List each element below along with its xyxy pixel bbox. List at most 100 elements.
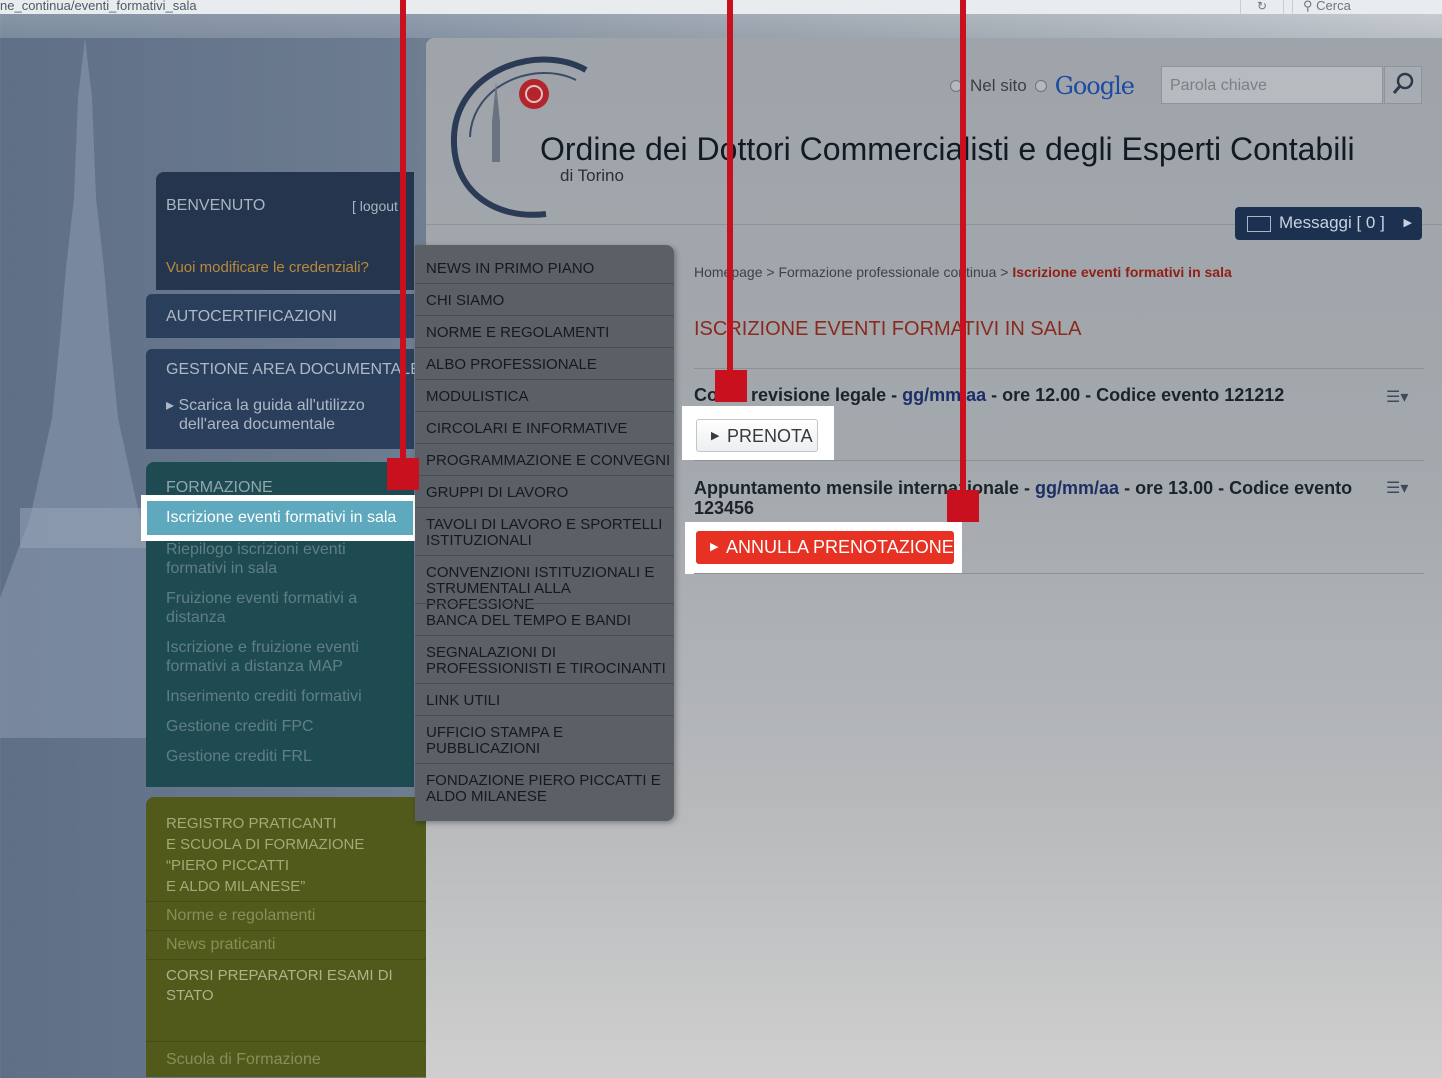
annotation-line <box>727 0 733 372</box>
triangle-right-icon: ▶ <box>710 541 719 553</box>
divider <box>415 443 674 444</box>
list-menu-icon[interactable]: ☰▾ <box>1386 387 1408 407</box>
annotation-line <box>400 0 406 462</box>
menu-item-news[interactable]: NEWS IN PRIMO PIANO <box>426 261 594 277</box>
sidebar-item[interactable]: Riepilogo iscrizioni eventi formativi in… <box>166 540 366 578</box>
divider <box>415 507 674 508</box>
logout-link[interactable]: [ logout ] <box>352 198 406 214</box>
corsi-line: CORSI PREPARATORI ESAMI DI <box>166 967 393 984</box>
menu-item-norme[interactable]: NORME E REGOLAMENTI <box>426 325 609 341</box>
docs-guide-link-line2[interactable]: dell'area documentale <box>179 416 335 434</box>
divider <box>415 475 674 476</box>
event-date: gg/mm/aa <box>1035 478 1120 498</box>
annotation-line <box>960 0 966 492</box>
docs-guide-link-line1: Scarica la guida all'utilizzo <box>178 397 365 414</box>
keyword-search-input[interactable]: Parola chiave <box>1161 66 1383 104</box>
sidebar-item[interactable]: Gestione crediti FPC <box>166 717 366 736</box>
event-date: gg/mm/aa <box>902 385 987 405</box>
breadcrumb-separator: > <box>762 264 779 280</box>
sidebar-item[interactable]: Norme e regolamenti <box>166 907 315 925</box>
menu-item-convenzioni[interactable]: CONVENZIONI ISTITUZIONALI E STRUMENTALI … <box>426 565 671 613</box>
sidebar-item[interactable]: Gestione crediti FRL <box>166 747 366 766</box>
menu-item-gruppi[interactable]: GRUPPI DI LAVORO <box>426 485 568 501</box>
menu-item-modulistica[interactable]: MODULISTICA <box>426 389 529 405</box>
prenota-button[interactable]: ▶ PRENOTA <box>696 419 818 452</box>
divider <box>146 901 426 902</box>
annulla-label: ANNULLA PRENOTAZIONE <box>726 537 954 557</box>
divider <box>146 930 426 931</box>
reload-icon[interactable]: ↻ <box>1240 0 1284 14</box>
sidebar-item[interactable]: Fruizione eventi formativi a distanza <box>166 589 366 627</box>
messages-label: Messaggi [ 0 ] <box>1279 213 1385 232</box>
event-separator: - <box>1019 478 1036 498</box>
annulla-prenotazione-button[interactable]: ▶ ANNULLA PRENOTAZIONE <box>696 531 954 564</box>
welcome-box: BENVENUTO [ logout ] Vuoi modificare le … <box>156 172 414 290</box>
menu-item-circolari[interactable]: CIRCOLARI E INFORMATIVE <box>426 421 627 437</box>
menu-item-banca-tempo[interactable]: BANCA DEL TEMPO E BANDI <box>426 613 631 629</box>
divider <box>694 368 1424 369</box>
menu-item-chi-siamo[interactable]: CHI SIAMO <box>426 293 504 309</box>
menu-item-link-utili[interactable]: LINK UTILI <box>426 693 500 709</box>
divider <box>415 715 674 716</box>
event-code: 123456 <box>694 498 755 518</box>
annotation-marker <box>947 490 979 522</box>
sidebar-section-title[interactable]: REGISTRO PRATICANTI E SCUOLA DI FORMAZIO… <box>166 813 364 897</box>
divider <box>415 603 674 604</box>
page-title: ISCRIZIONE EVENTI FORMATIVI IN SALA <box>694 318 1082 340</box>
sidebar-section-title[interactable]: GESTIONE AREA DOCUMENTALE <box>166 361 421 379</box>
sidebar-item[interactable]: Inserimento crediti formativi <box>166 687 366 706</box>
divider <box>146 959 426 960</box>
messages-button[interactable]: Messaggi [ 0 ] ▶ <box>1235 207 1422 240</box>
menu-item-segnalazioni[interactable]: SEGNALAZIONI DI PROFESSIONISTI E TIROCIN… <box>426 645 671 677</box>
sidebar-section-registro: REGISTRO PRATICANTI E SCUOLA DI FORMAZIO… <box>146 797 426 1077</box>
registro-title-line: “PIERO PICCATTI <box>166 857 290 874</box>
sidebar-item[interactable]: Scuola di Formazione <box>166 1051 321 1069</box>
sidebar-item-corsi[interactable]: CORSI PREPARATORI ESAMI DI STATO <box>166 966 393 1006</box>
sidebar-item-selected[interactable]: Iscrizione eventi formativi in sala <box>141 495 419 541</box>
browser-toolbar <box>0 14 1442 38</box>
search-scope: Nel sito Google <box>950 72 1135 100</box>
chevron-right-icon: ▶ <box>1403 217 1412 229</box>
event-details: - ore 12.00 - Codice evento 121212 <box>986 385 1285 405</box>
browser-search-input[interactable]: ⚲ Cerca <box>1292 0 1442 14</box>
divider <box>415 283 674 284</box>
triangle-right-icon: ▶ <box>711 430 720 442</box>
sidebar-section-documentale: GESTIONE AREA DOCUMENTALE ▸ Scarica la g… <box>146 349 421 449</box>
sidebar-item-autocertificazioni[interactable]: AUTOCERTIFICAZIONI <box>146 294 414 338</box>
menu-item-fondazione[interactable]: FONDAZIONE PIERO PICCATTI E ALDO MILANES… <box>426 773 666 805</box>
google-logo: Google <box>1054 72 1135 100</box>
address-bar-text[interactable]: ne_continua/eventi_formativi_sala <box>0 0 197 13</box>
registro-title-line: E SCUOLA DI FORMAZIONE <box>166 836 365 853</box>
annotation-marker <box>715 370 747 402</box>
divider <box>415 411 674 412</box>
main-mega-menu: NEWS IN PRIMO PIANO CHI SIAMO NORME E RE… <box>415 245 674 821</box>
menu-item-tavoli[interactable]: TAVOLI DI LAVORO E SPORTELLI ISTITUZIONA… <box>426 517 666 549</box>
search-icon: ⚲ <box>1303 0 1313 13</box>
search-icon <box>1392 72 1414 94</box>
divider <box>415 683 674 684</box>
search-button[interactable] <box>1384 66 1422 104</box>
divider <box>415 379 674 380</box>
menu-item-ufficio-stampa[interactable]: UFFICIO STAMPA E PUBBLICAZIONI <box>426 725 596 757</box>
sidebar-item[interactable]: News praticanti <box>166 936 275 954</box>
envelope-icon <box>1247 216 1271 232</box>
divider <box>415 315 674 316</box>
breadcrumb-separator: > <box>996 264 1013 280</box>
divider <box>694 573 1424 574</box>
prenota-label: PRENOTA <box>727 426 813 446</box>
annotation-marker <box>387 458 419 490</box>
event-row: Appuntamento mensile internazionale - gg… <box>694 478 1352 518</box>
radio-site-label: Nel sito <box>970 76 1027 95</box>
sidebar-item[interactable]: Iscrizione e fruizione eventi formativi … <box>166 638 366 676</box>
menu-item-programmazione[interactable]: PROGRAMMAZIONE E CONVEGNI <box>426 453 670 469</box>
event-row: Corso revisione legale - gg/mm/aa - ore … <box>694 385 1284 406</box>
list-menu-icon[interactable]: ☰▾ <box>1386 478 1408 498</box>
divider <box>415 555 674 556</box>
docs-guide-link[interactable]: ▸ Scarica la guida all'utilizzo <box>166 395 365 415</box>
browser-bar: ne_continua/eventi_formativi_sala ↻ ⚲ Ce… <box>0 0 1442 14</box>
change-credentials-link[interactable]: Vuoi modificare le credenziali? <box>166 259 369 276</box>
event-separator: - <box>886 385 903 405</box>
radio-google[interactable] <box>1034 80 1047 92</box>
organization-city: di Torino <box>560 166 624 185</box>
menu-item-albo[interactable]: ALBO PROFESSIONALE <box>426 357 597 373</box>
